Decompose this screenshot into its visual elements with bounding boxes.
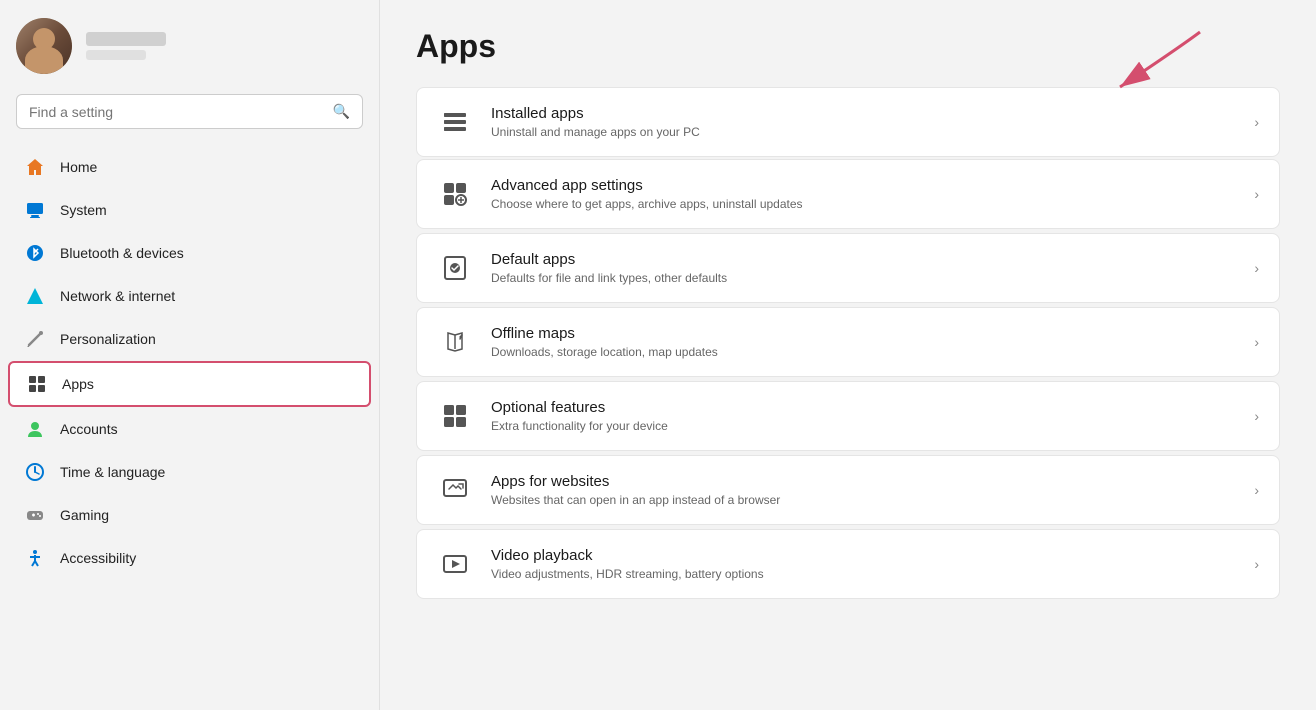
sidebar-nav: Home System Bluetooth & devices — [0, 145, 379, 710]
installed-apps-subtitle: Uninstall and manage apps on your PC — [491, 125, 1236, 139]
settings-list: Installed apps Uninstall and manage apps… — [416, 87, 1280, 599]
advanced-app-chevron: › — [1254, 186, 1259, 202]
search-input[interactable] — [29, 104, 325, 120]
advanced-app-settings-card[interactable]: Advanced app settings Choose where to ge… — [416, 159, 1280, 229]
sidebar-item-home[interactable]: Home — [8, 146, 371, 188]
apps-for-websites-text: Apps for websites Websites that can open… — [491, 473, 1236, 507]
offline-maps-chevron: › — [1254, 334, 1259, 350]
search-container: 🔍 — [0, 86, 379, 145]
apps-for-websites-card[interactable]: Apps for websites Websites that can open… — [416, 455, 1280, 525]
sidebar-item-apps[interactable]: Apps — [8, 361, 371, 407]
installed-apps-chevron: › — [1254, 114, 1259, 130]
sidebar-item-label-accessibility: Accessibility — [60, 550, 136, 566]
sidebar-item-label-bluetooth: Bluetooth & devices — [60, 245, 184, 261]
sidebar-item-label-network: Network & internet — [60, 288, 175, 304]
installed-apps-icon — [437, 104, 473, 140]
sidebar-item-label-time: Time & language — [60, 464, 165, 480]
system-icon — [24, 199, 46, 221]
video-playback-subtitle: Video adjustments, HDR streaming, batter… — [491, 567, 1236, 581]
offline-maps-card[interactable]: Offline maps Downloads, storage location… — [416, 307, 1280, 377]
profile-name-line — [86, 32, 166, 46]
sidebar-item-label-system: System — [60, 202, 107, 218]
advanced-app-settings-subtitle: Choose where to get apps, archive apps, … — [491, 197, 1236, 211]
profile-name-block — [86, 32, 166, 60]
video-playback-card[interactable]: Video playback Video adjustments, HDR st… — [416, 529, 1280, 599]
sidebar-item-label-apps: Apps — [62, 376, 94, 392]
sidebar-item-label-home: Home — [60, 159, 97, 175]
optional-features-chevron: › — [1254, 408, 1259, 424]
optional-features-subtitle: Extra functionality for your device — [491, 419, 1236, 433]
sidebar-item-personalization[interactable]: Personalization — [8, 318, 371, 360]
sidebar-item-label-gaming: Gaming — [60, 507, 109, 523]
home-icon — [24, 156, 46, 178]
network-icon — [24, 285, 46, 307]
offline-maps-subtitle: Downloads, storage location, map updates — [491, 345, 1236, 359]
installed-apps-wrapper: Installed apps Uninstall and manage apps… — [416, 87, 1280, 157]
sidebar-item-network[interactable]: Network & internet — [8, 275, 371, 317]
installed-apps-text: Installed apps Uninstall and manage apps… — [491, 105, 1236, 139]
advanced-app-settings-text: Advanced app settings Choose where to ge… — [491, 177, 1236, 211]
sidebar-item-label-personalization: Personalization — [60, 331, 156, 347]
apps-for-websites-subtitle: Websites that can open in an app instead… — [491, 493, 1236, 507]
apps-for-websites-title: Apps for websites — [491, 473, 1236, 490]
optional-features-title: Optional features — [491, 399, 1236, 416]
accessibility-icon — [24, 547, 46, 569]
apps-icon — [26, 373, 48, 395]
profile-section — [0, 0, 379, 86]
optional-features-text: Optional features Extra functionality fo… — [491, 399, 1236, 433]
bluetooth-icon — [24, 242, 46, 264]
profile-sub-line — [86, 50, 146, 60]
search-icon: 🔍 — [333, 103, 350, 120]
video-playback-icon — [437, 546, 473, 582]
sidebar-item-gaming[interactable]: Gaming — [8, 494, 371, 536]
optional-features-card[interactable]: Optional features Extra functionality fo… — [416, 381, 1280, 451]
video-playback-text: Video playback Video adjustments, HDR st… — [491, 547, 1236, 581]
offline-maps-text: Offline maps Downloads, storage location… — [491, 325, 1236, 359]
sidebar-item-accounts[interactable]: Accounts — [8, 408, 371, 450]
default-apps-icon — [437, 250, 473, 286]
installed-apps-title: Installed apps — [491, 105, 1236, 122]
apps-for-websites-icon — [437, 472, 473, 508]
advanced-app-settings-title: Advanced app settings — [491, 177, 1236, 194]
search-box[interactable]: 🔍 — [16, 94, 363, 129]
time-icon — [24, 461, 46, 483]
default-apps-title: Default apps — [491, 251, 1236, 268]
offline-maps-title: Offline maps — [491, 325, 1236, 342]
gaming-icon — [24, 504, 46, 526]
personalization-icon — [24, 328, 46, 350]
default-apps-subtitle: Defaults for file and link types, other … — [491, 271, 1236, 285]
sidebar-item-accessibility[interactable]: Accessibility — [8, 537, 371, 579]
installed-apps-card[interactable]: Installed apps Uninstall and manage apps… — [416, 87, 1280, 157]
avatar — [16, 18, 72, 74]
sidebar-item-bluetooth[interactable]: Bluetooth & devices — [8, 232, 371, 274]
optional-features-icon — [437, 398, 473, 434]
apps-for-websites-chevron: › — [1254, 482, 1259, 498]
sidebar-item-label-accounts: Accounts — [60, 421, 118, 437]
accounts-icon — [24, 418, 46, 440]
default-apps-chevron: › — [1254, 260, 1259, 276]
sidebar-item-time[interactable]: Time & language — [8, 451, 371, 493]
sidebar: 🔍 Home System — [0, 0, 380, 710]
advanced-app-settings-icon — [437, 176, 473, 212]
sidebar-item-system[interactable]: System — [8, 189, 371, 231]
video-playback-title: Video playback — [491, 547, 1236, 564]
offline-maps-icon — [437, 324, 473, 360]
default-apps-text: Default apps Defaults for file and link … — [491, 251, 1236, 285]
default-apps-card[interactable]: Default apps Defaults for file and link … — [416, 233, 1280, 303]
main-content: Apps — [380, 0, 1316, 710]
video-playback-chevron: › — [1254, 556, 1259, 572]
page-title: Apps — [416, 28, 1280, 65]
